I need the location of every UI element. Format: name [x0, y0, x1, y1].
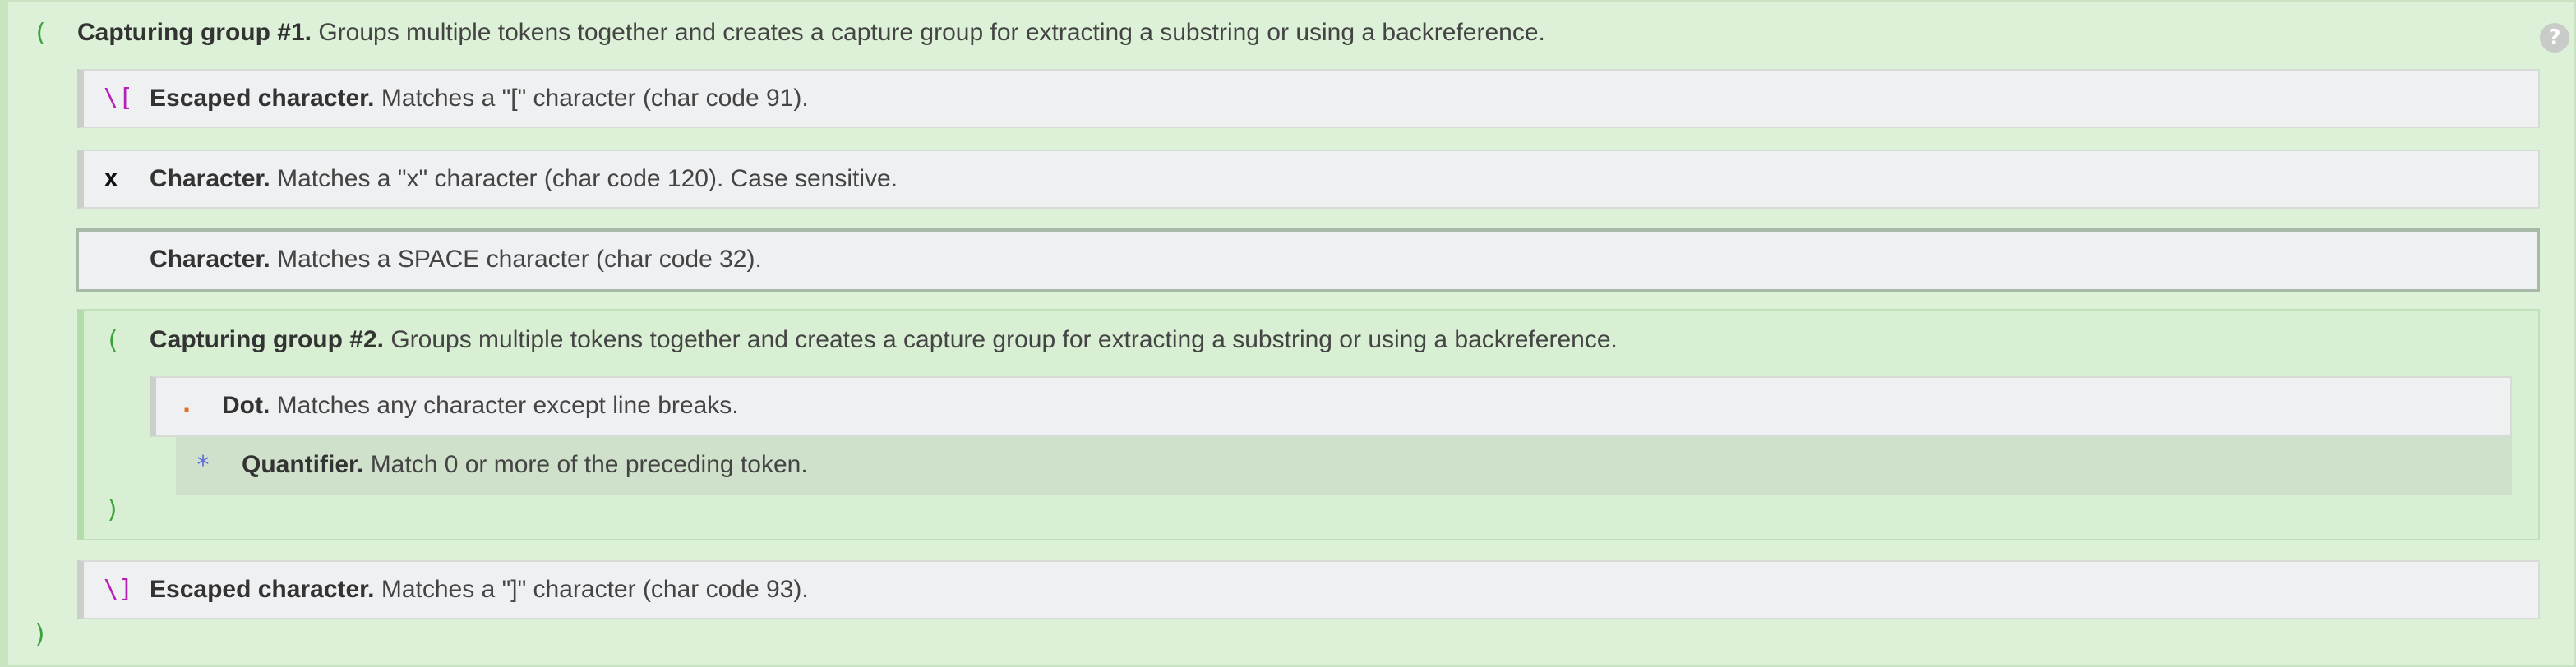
character-space-text: Matches a SPACE character (char code 32)…	[270, 246, 762, 273]
group-2-close-token: )	[105, 495, 121, 524]
group-1-description: Capturing group #1. Groups multiple toke…	[77, 18, 1545, 48]
group-2-text: Groups multiple tokens together and crea…	[384, 326, 1618, 353]
group-2-open-token: (	[105, 326, 121, 355]
dot-title: Dot.	[222, 392, 270, 419]
group-1-close-token: )	[33, 620, 48, 649]
help-icon[interactable]: ?	[2540, 23, 2569, 53]
dot-text: Matches any character except line breaks…	[270, 392, 739, 419]
dot-token: .	[179, 390, 195, 419]
quantifier-title: Quantifier.	[242, 451, 364, 478]
escaped-close-bracket-token: \]	[104, 575, 134, 604]
escaped-close-bracket-description: Escaped character. Matches a "]" charact…	[150, 575, 809, 605]
group-2-title: Capturing group #2.	[150, 326, 384, 353]
group-1-text: Groups multiple tokens together and crea…	[312, 19, 1545, 46]
group-1-open-token[interactable]: (	[33, 21, 48, 46]
character-space-title: Character.	[150, 246, 270, 273]
quantifier-token: *	[196, 451, 211, 480]
character-x-token: x	[104, 164, 119, 193]
escaped-open-bracket-text: Matches a "[" character (char code 91).	[374, 85, 809, 112]
group-2-description: Capturing group #2. Groups multiple toke…	[150, 325, 1618, 355]
dot-description: Dot. Matches any character except line b…	[222, 391, 739, 421]
escaped-close-bracket-title: Escaped character.	[150, 576, 375, 603]
character-space-description: Character. Matches a SPACE character (ch…	[150, 245, 762, 274]
escaped-close-bracket-text: Matches a "]" character (char code 93).	[374, 576, 809, 603]
escaped-open-bracket-token: \[	[104, 84, 134, 113]
quantifier-description: Quantifier. Match 0 or more of the prece…	[242, 450, 808, 480]
escaped-open-bracket-title: Escaped character.	[150, 85, 375, 112]
character-x-text: Matches a "x" character (char code 120).…	[270, 165, 898, 192]
regex-explanation-panel: ( Capturing group #1. Groups multiple to…	[0, 0, 2576, 667]
group-1-title: Capturing group #1.	[77, 19, 312, 46]
quantifier-text: Match 0 or more of the preceding token.	[363, 451, 808, 478]
character-x-title: Character.	[150, 165, 270, 192]
character-x-description: Character. Matches a "x" character (char…	[150, 164, 898, 194]
escaped-open-bracket-description: Escaped character. Matches a "[" charact…	[150, 84, 809, 113]
